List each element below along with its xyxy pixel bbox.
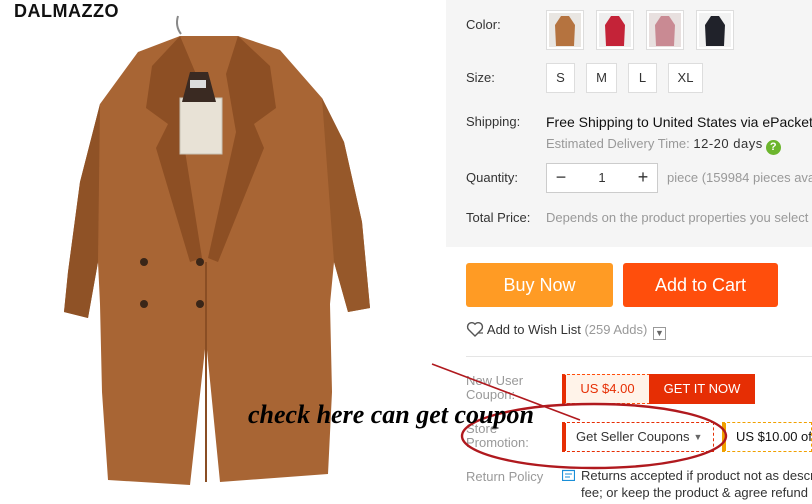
size-option-s[interactable]: S [546,63,575,93]
color-swatch-camel[interactable] [546,10,584,50]
heart-icon [466,321,484,337]
delivery-days: 12-20 days [693,136,763,151]
quantity-stepper: − 1 + [546,163,658,193]
store-label-line2: Promotion: [466,435,529,450]
wish-count: (259 Adds) [584,322,648,337]
return-policy-line2: fee; or keep the product & agree refund [581,485,808,500]
help-icon[interactable]: ? [765,140,781,155]
caret-down-icon: ▼ [693,432,703,442]
return-policy-text: Returns accepted if product not as descr… [581,467,812,501]
get-it-now-button[interactable]: GET IT NOW [649,374,755,404]
new-user-coupon-value: US $4.00 [562,374,650,404]
new-user-coupon-label: New User Coupon: [466,374,523,402]
size-option-l[interactable]: L [628,63,657,93]
color-swatch-red[interactable] [596,10,634,50]
delivery-estimate: Estimated Delivery Time: 12-20 days? [546,136,781,155]
seller-coupons-label: Get Seller Coupons [576,429,690,444]
return-policy-icon [562,469,575,481]
quantity-input[interactable]: 1 [575,164,629,192]
quantity-decrease-button[interactable]: − [547,164,575,192]
size-option-xl[interactable]: XL [668,63,703,93]
shipping-destination: to United States via ePacket [633,114,812,130]
wish-list-label: Add to Wish List [486,322,581,337]
store-coupon-offer[interactable]: US $10.00 off [722,422,812,452]
color-label: Color: [466,17,501,32]
return-policy-line1: Returns accepted if product not as descr… [581,468,812,483]
total-price-note: Depends on the product properties you se… [546,210,809,225]
size-option-m[interactable]: M [586,63,617,93]
shipping-label: Shipping: [466,114,521,129]
buy-now-button[interactable]: Buy Now [466,263,613,307]
section-divider [466,356,812,357]
size-label: Size: [466,70,495,85]
stock-available-text: piece (159984 pieces available) [667,170,812,185]
new-user-label-line1: New User [466,373,524,388]
seller-coupons-dropdown[interactable]: Get Seller Coupons ▼ [562,422,714,452]
add-to-cart-button[interactable]: Add to Cart [623,263,778,307]
return-policy-label: Return Policy [466,469,544,484]
color-swatch-pink[interactable] [646,10,684,50]
shipping-info[interactable]: Free Shipping to United States via ePack… [546,114,812,130]
add-to-wish-list-link[interactable]: Add to Wish List (259 Adds) ▼ [466,321,666,340]
total-price-label: Total Price: [466,210,531,225]
annotation-hint-text: check here can get coupon [248,400,534,429]
delivery-label: Estimated Delivery Time: [546,136,690,151]
color-swatch-black[interactable] [696,10,734,50]
free-shipping-text: Free Shipping [546,114,634,130]
chevron-down-icon[interactable]: ▼ [652,327,666,340]
quantity-increase-button[interactable]: + [629,164,657,192]
quantity-label: Quantity: [466,170,519,185]
